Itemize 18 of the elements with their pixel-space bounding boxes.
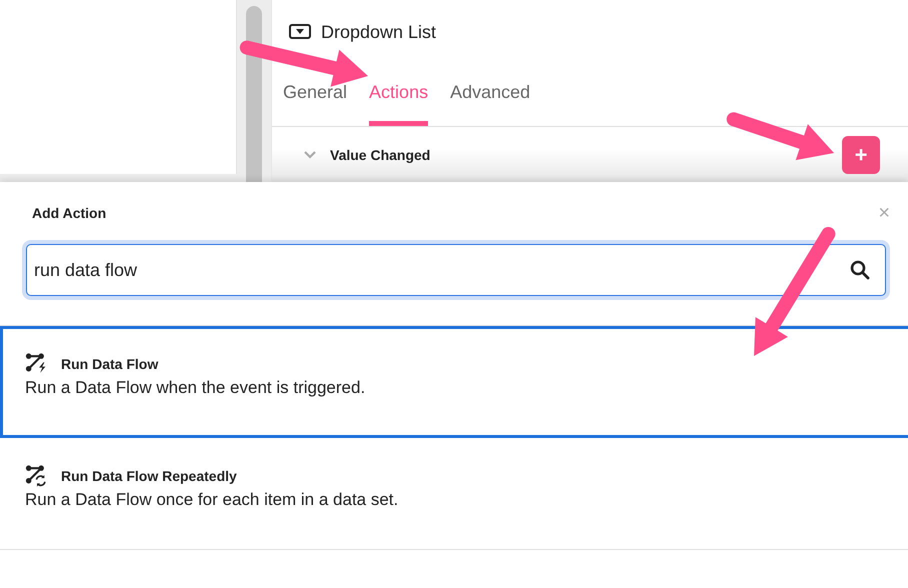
action-description: Run a Data Flow when the event is triggered.: [25, 378, 366, 398]
flow-repeat-icon: [25, 465, 48, 487]
action-item[interactable]: Run Data Flow Run a Data Flow when the event is triggered.: [0, 326, 908, 438]
search-icon[interactable]: [850, 260, 870, 280]
add-button[interactable]: +: [842, 136, 880, 174]
event-label: Value Changed: [330, 146, 430, 162]
search-field[interactable]: run data flow: [26, 244, 886, 296]
action-title: Run Data Flow Repeatedly: [61, 468, 237, 484]
action-item[interactable]: Run Data Flow Repeatedly Run a Data Flow once for each item in a data set.: [0, 438, 908, 550]
action-description: Run a Data Flow once for each item in a data set.: [25, 490, 400, 510]
dialog-title: Add Action: [32, 205, 106, 221]
tab[interactable]: Advanced: [450, 82, 530, 126]
dropdown-icon: [289, 24, 311, 40]
tab[interactable]: General: [283, 82, 348, 126]
flow-bolt-icon: [25, 353, 48, 375]
panel-title: Dropdown List: [321, 22, 436, 42]
chevron-icon[interactable]: [304, 150, 316, 158]
action-title: Run Data Flow: [61, 356, 158, 372]
